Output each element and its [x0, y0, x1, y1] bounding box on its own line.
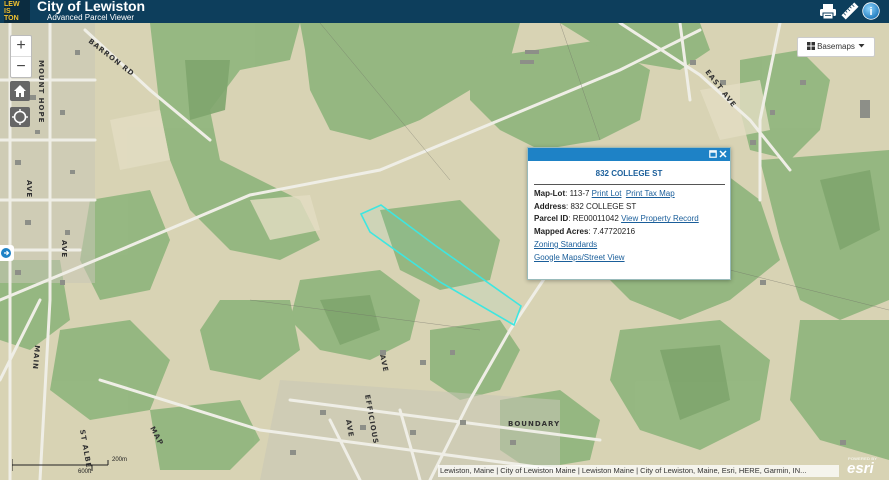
popup-title: 832 COLLEGE ST — [595, 169, 663, 178]
street-label-2: MOUNT HOPE — [37, 60, 45, 123]
zoning-standards-link[interactable]: Zoning Standards — [534, 240, 597, 249]
locate-button[interactable] — [10, 107, 30, 127]
scale-top-label: 200m — [112, 457, 128, 463]
print-lot-link[interactable]: Print Lot — [592, 189, 622, 198]
popup-titlebar — [528, 148, 730, 161]
grid-icon — [806, 42, 815, 50]
google-maps-link[interactable]: Google Maps/Street View — [534, 253, 625, 262]
map-lot-value: 113-7 — [569, 189, 590, 198]
scale-bar: 200m 600ft — [11, 454, 182, 478]
measure-ruler-icon[interactable] — [841, 2, 859, 20]
help-globe-icon[interactable]: i — [862, 2, 880, 20]
map-attribution: Lewiston, Maine | City of Lewiston Maine… — [438, 465, 839, 477]
popup-body: Map-Lot: 113-7 Print Lot Print Tax Map A… — [528, 188, 730, 264]
parcel-popup: 832 COLLEGE ST Map-Lot: 113-7 Print Lot … — [527, 147, 731, 280]
app-header: LEW IS TON City of Lewiston Advanced Par… — [0, 0, 889, 23]
basemaps-label: Basemaps — [817, 42, 855, 51]
logo-line-2: IS — [4, 8, 11, 15]
chevron-down-icon — [858, 44, 865, 48]
map-lot-label: Map-Lot — [534, 189, 566, 198]
scale-bottom-label: 600ft — [78, 469, 92, 475]
logo-line-3: TON — [4, 15, 19, 22]
address-row: Address: 832 COLLEGE ST — [534, 201, 637, 211]
mapped-acres-row: Mapped Acres: 7.47720216 — [534, 227, 636, 237]
street-label-3: AVE — [25, 180, 33, 198]
basemap-imagery: BARRON RD MOUNT HOPE AVE AVE EAST AVE AV… — [0, 23, 889, 480]
popup-divider — [534, 184, 725, 185]
zoom-out-button[interactable]: − — [11, 56, 31, 77]
app: LEW IS TON City of Lewiston Advanced Par… — [0, 0, 889, 480]
arrow-right-icon — [1, 248, 11, 258]
mapped-acres-value: 7.47720216 — [592, 227, 636, 237]
city-logo: LEW IS TON — [4, 0, 30, 23]
app-title: City of Lewiston — [37, 0, 146, 14]
street-label-12: BOUNDARY — [508, 420, 560, 428]
zoom-in-button[interactable]: + — [11, 36, 31, 56]
close-icon[interactable] — [719, 150, 727, 158]
home-button[interactable] — [10, 81, 30, 101]
svg-text:i: i — [869, 6, 872, 18]
parcel-id-value: RE00011042 — [572, 214, 619, 224]
address-label: Address — [534, 201, 567, 211]
address-value: 832 COLLEGE ST — [570, 201, 637, 211]
parcel-id-row: Parcel ID: RE00011042 View Property Reco… — [534, 214, 699, 224]
mapped-acres-label: Mapped Acres — [534, 227, 589, 237]
print-icon[interactable] — [819, 2, 837, 20]
view-property-record-link[interactable]: View Property Record — [621, 214, 699, 223]
parcel-id-label: Parcel ID — [534, 214, 569, 224]
basemaps-button[interactable]: Basemaps — [797, 37, 875, 57]
home-icon — [14, 85, 26, 97]
logo-line-1: LEW — [4, 1, 20, 8]
zoom-control: + − — [10, 35, 32, 78]
map-view[interactable]: BARRON RD MOUNT HOPE AVE AVE EAST AVE AV… — [0, 23, 889, 480]
app-subtitle: Advanced Parcel Viewer — [47, 13, 135, 22]
side-panel-toggle[interactable] — [0, 245, 14, 261]
esri-logo: POWERED BY esri — [844, 454, 884, 478]
locate-icon — [12, 109, 28, 125]
maximize-icon[interactable] — [709, 150, 717, 158]
print-tax-map-link[interactable]: Print Tax Map — [626, 189, 675, 198]
street-label-4: AVE — [60, 240, 68, 258]
map-lot-row: Map-Lot: 113-7 Print Lot Print Tax Map — [534, 189, 675, 198]
esri-name: esri — [847, 460, 874, 477]
